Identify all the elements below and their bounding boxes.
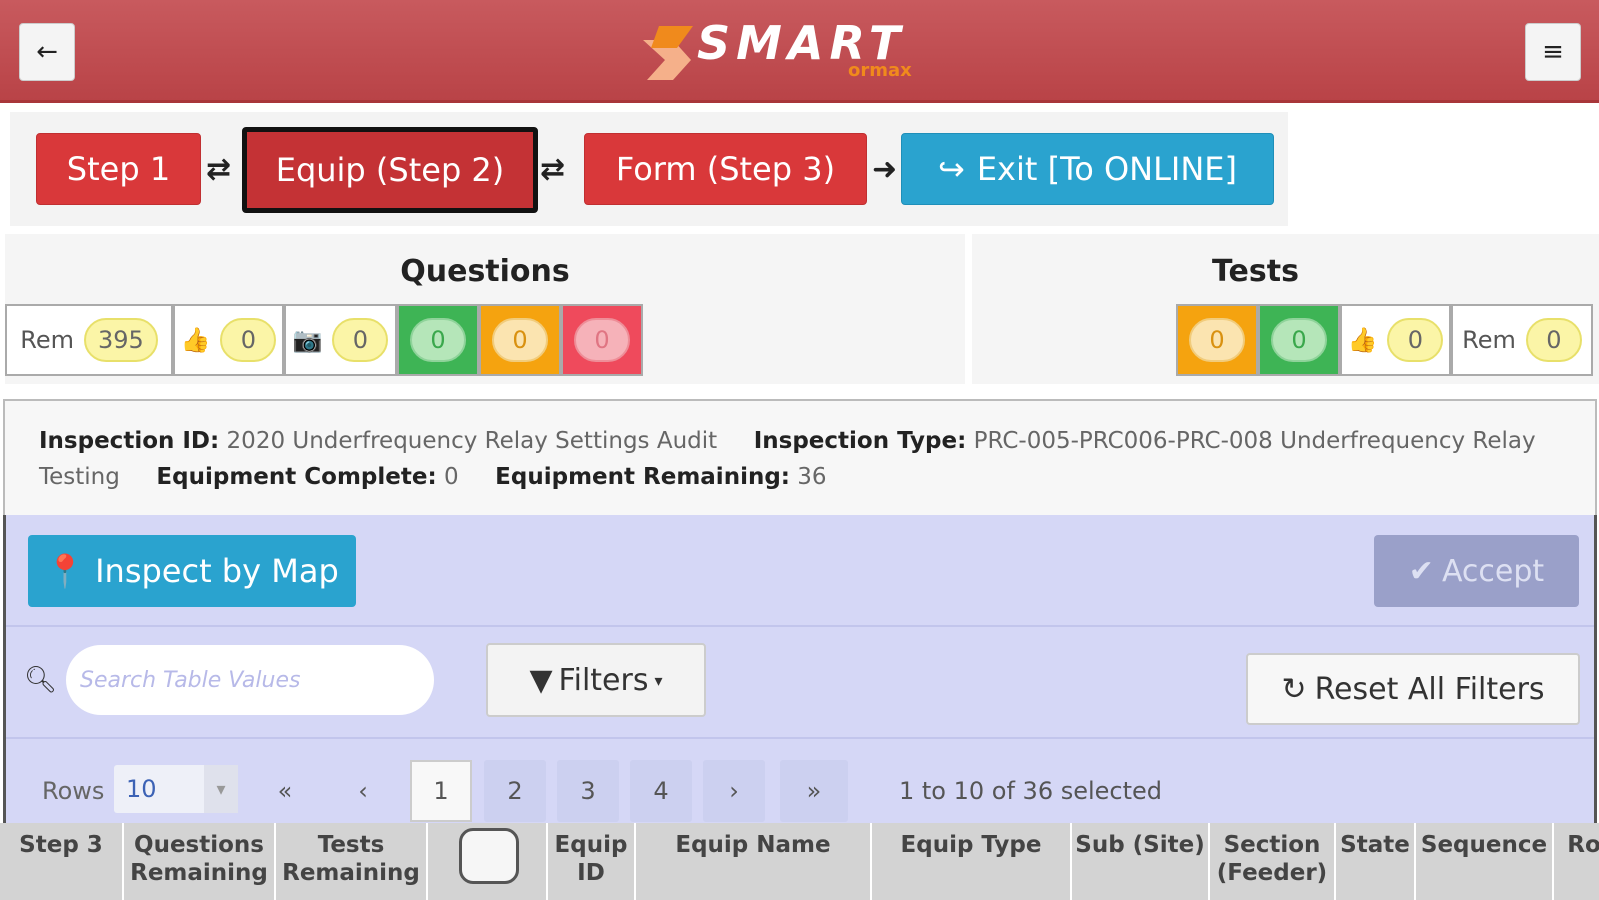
- thumbs-up-icon: 👍: [180, 326, 211, 354]
- rem-label: Rem: [1462, 326, 1516, 354]
- tests-thumbs-count: 0: [1387, 318, 1444, 362]
- hamburger-icon: ≡: [1542, 37, 1564, 67]
- questions-warning[interactable]: 0: [479, 304, 561, 376]
- filters-dropdown-button[interactable]: ▼ Filters ▾: [486, 643, 706, 717]
- rem-label: Rem: [20, 326, 74, 354]
- divider: [6, 625, 1594, 627]
- map-marker-icon: 📍: [45, 552, 86, 590]
- page-4-button[interactable]: 4: [630, 760, 692, 822]
- selection-summary: 1 to 10 of 36 selected: [899, 777, 1163, 805]
- page-3-button[interactable]: 3: [557, 760, 619, 822]
- last-page-button[interactable]: »: [780, 760, 848, 822]
- first-page-button[interactable]: «: [254, 760, 316, 822]
- questions-title: Questions: [400, 254, 570, 289]
- col-ro[interactable]: Ro: [1554, 823, 1599, 900]
- tests-remaining[interactable]: Rem 0: [1451, 304, 1593, 376]
- col-state[interactable]: State: [1336, 823, 1416, 900]
- col-equip-id[interactable]: Equip ID: [548, 823, 636, 900]
- select-all-checkbox[interactable]: [459, 828, 519, 884]
- tests-thumbs[interactable]: 👍 0: [1340, 304, 1451, 376]
- equip-remaining-label: Equipment Remaining:: [495, 464, 790, 490]
- inspection-type-label: Inspection Type:: [753, 428, 967, 454]
- arrow-left-icon: ←: [36, 37, 58, 67]
- tests-title: Tests: [1212, 254, 1299, 289]
- col-section-feeder[interactable]: Section (Feeder): [1210, 823, 1336, 900]
- menu-button[interactable]: ≡: [1525, 23, 1581, 81]
- app-header: ← SMART ormax ≡: [0, 0, 1599, 103]
- equip-complete: 0: [443, 464, 459, 490]
- rows-label: Rows: [42, 777, 105, 805]
- logo-subtext: ormax: [848, 60, 912, 81]
- questions-remaining[interactable]: Rem 395: [5, 304, 173, 376]
- equip-remaining: 36: [797, 464, 827, 490]
- tests-warning[interactable]: 0: [1176, 304, 1258, 376]
- col-equip-type[interactable]: Equip Type: [872, 823, 1072, 900]
- table-header: Step 3 Questions Remaining Tests Remaini…: [0, 823, 1599, 900]
- col-questions-remaining[interactable]: Questions Remaining: [124, 823, 276, 900]
- page-2-button[interactable]: 2: [484, 760, 546, 822]
- search-input[interactable]: [66, 645, 434, 715]
- filter-icon: ▼: [529, 662, 553, 698]
- questions-pass[interactable]: 0: [397, 304, 479, 376]
- step1-button[interactable]: Step 1: [36, 133, 201, 205]
- inspection-id-label: Inspection ID:: [39, 428, 220, 454]
- step2-button[interactable]: Equip (Step 2): [242, 127, 538, 213]
- col-sub-site[interactable]: Sub (Site): [1072, 823, 1210, 900]
- rows-per-page-select[interactable]: 10 ▾: [114, 765, 238, 813]
- reset-filters-button[interactable]: ↻ Reset All Filters: [1246, 653, 1580, 725]
- inspect-by-map-label: Inspect by Map: [95, 552, 339, 590]
- col-tests-remaining[interactable]: Tests Remaining: [276, 823, 428, 900]
- app-logo: SMART ormax: [633, 16, 973, 82]
- inspection-info: Inspection ID: 2020 Underfrequency Relay…: [3, 399, 1597, 517]
- arrow-right-icon: ➜: [872, 152, 898, 187]
- step-navigation: Step 1 ⇄ Equip (Step 2) ⇄ Form (Step 3) …: [10, 112, 1288, 226]
- questions-thumbs[interactable]: 👍 0: [173, 304, 284, 376]
- tests-pass-count: 0: [1271, 318, 1327, 362]
- swap-icon: ⇄: [540, 152, 566, 187]
- camera-icon: 📷: [292, 326, 323, 354]
- refresh-icon: ↻: [1281, 671, 1307, 707]
- col-equip-name[interactable]: Equip Name: [636, 823, 872, 900]
- step3-button[interactable]: Form (Step 3): [584, 133, 867, 205]
- tests-warning-count: 0: [1189, 318, 1245, 362]
- tests-panel: Tests 0 0 👍 0 Rem 0: [972, 234, 1599, 384]
- thumbs-count: 0: [220, 318, 277, 362]
- col-sequence[interactable]: Sequence: [1416, 823, 1554, 900]
- exit-label: Exit [To ONLINE]: [976, 150, 1237, 188]
- search-icon: 🔍︎: [24, 665, 58, 695]
- tests-rem-count: 0: [1525, 318, 1582, 362]
- questions-panel: Questions Rem 395 👍 0 📷 0 0 0 0: [5, 234, 965, 384]
- divider: [6, 737, 1594, 739]
- check-icon: ✔: [1408, 553, 1434, 589]
- caret-down-icon: ▾: [654, 670, 663, 690]
- questions-photos[interactable]: 📷 0: [284, 304, 397, 376]
- warning-count: 0: [492, 318, 548, 362]
- rem-count: 395: [83, 318, 158, 362]
- chevron-down-icon: ▾: [204, 765, 238, 813]
- accept-button[interactable]: ✔ Accept: [1374, 535, 1579, 607]
- logo-chevron-icon: [643, 26, 693, 80]
- inspection-id: 2020 Underfrequency Relay Settings Audit: [226, 428, 718, 454]
- questions-fail[interactable]: 0: [561, 304, 643, 376]
- reset-label: Reset All Filters: [1314, 671, 1545, 707]
- filters-label: Filters: [558, 662, 649, 698]
- prev-page-button[interactable]: ‹: [332, 760, 394, 822]
- sign-out-icon: ↪: [938, 150, 965, 188]
- col-step3[interactable]: Step 3: [0, 823, 124, 900]
- equip-complete-label: Equipment Complete:: [156, 464, 437, 490]
- fail-count: 0: [574, 318, 630, 362]
- swap-icon: ⇄: [206, 152, 232, 187]
- camera-count: 0: [332, 318, 389, 362]
- back-button[interactable]: ←: [19, 23, 75, 81]
- tests-pass[interactable]: 0: [1258, 304, 1340, 376]
- rows-value: 10: [126, 775, 157, 803]
- inspect-by-map-button[interactable]: 📍 Inspect by Map: [28, 535, 356, 607]
- accept-label: Accept: [1441, 553, 1545, 589]
- thumbs-up-icon: 👍: [1347, 326, 1378, 354]
- pass-count: 0: [410, 318, 466, 362]
- next-page-button[interactable]: ›: [703, 760, 765, 822]
- exit-online-button[interactable]: ↪ Exit [To ONLINE]: [901, 133, 1274, 205]
- page-1-button[interactable]: 1: [410, 760, 472, 822]
